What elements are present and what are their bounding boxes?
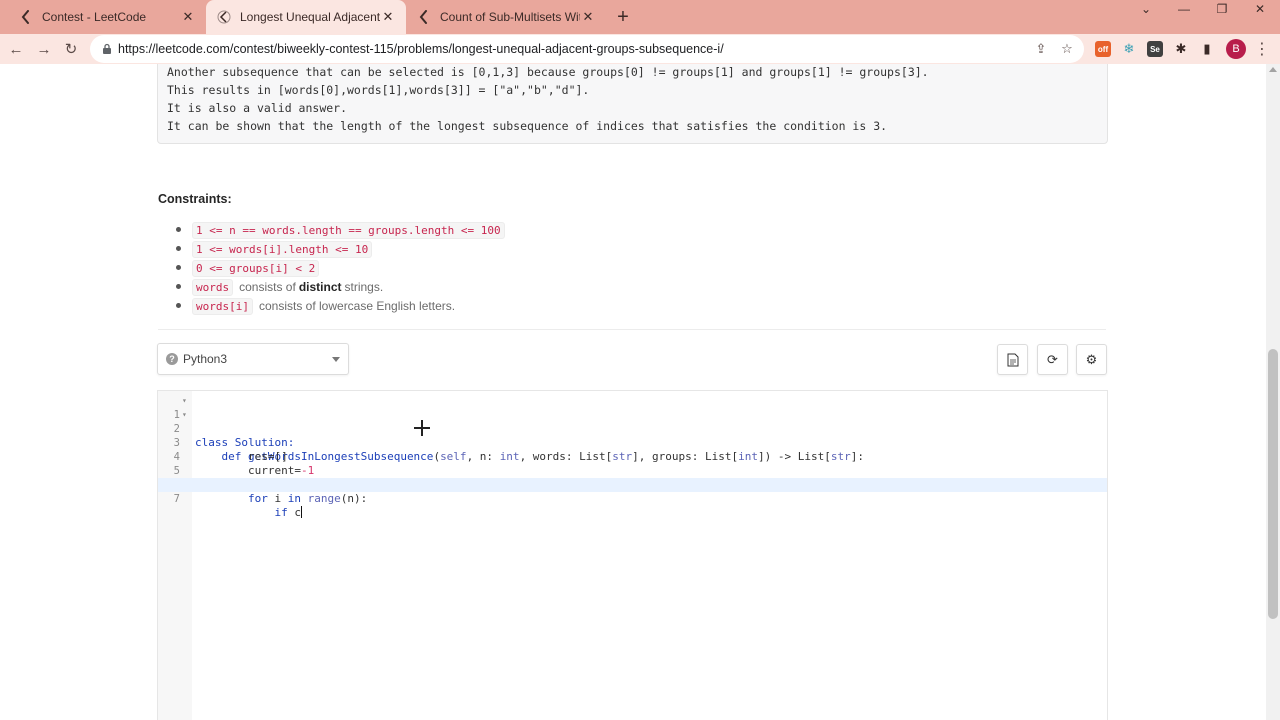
code-line[interactable]: 6 for i in range(n): <box>158 464 1107 505</box>
settings-button[interactable]: ⚙ <box>1076 344 1107 375</box>
leetcode-favicon-icon <box>216 9 232 25</box>
example-line: This results in [words[0],words[1],words… <box>167 83 590 97</box>
bullet <box>176 246 181 251</box>
url-text: https://leetcode.com/contest/biweekly-co… <box>118 42 724 56</box>
chevron-down-icon <box>332 357 340 362</box>
code-line[interactable]: 2 ▾ def getWordsInLongestSubsequence(sel… <box>158 408 1107 463</box>
star-icon[interactable]: ☆ <box>1058 40 1076 58</box>
restore-icon[interactable]: ❐ <box>1204 0 1240 18</box>
bullet <box>176 284 181 289</box>
extension-icon[interactable]: off <box>1095 41 1111 57</box>
forward-arrow-icon[interactable]: → <box>32 37 56 61</box>
code-line[interactable]: 1 ▾ class Solution: <box>158 394 1107 449</box>
close-icon[interactable]: ✕ <box>180 9 196 25</box>
code-line[interactable]: 5 <box>158 450 1107 477</box>
code-token: range <box>307 492 341 505</box>
fold-arrow-icon[interactable]: ▾ <box>182 408 187 422</box>
example-line: Another subsequence that can be selected… <box>167 65 929 79</box>
code-line[interactable]: 4 current=-1 <box>158 436 1107 477</box>
code-token: in <box>287 492 301 505</box>
constraint-code: 1 <= n == words.length == groups.length … <box>192 221 505 239</box>
problem-page: Another subsequence that can be selected… <box>0 64 1280 720</box>
code-line-active[interactable]: 7 if c <box>158 478 1107 519</box>
constraint-item: words consists of distinct strings. <box>176 278 384 296</box>
example-line: It can be shown that the length of the l… <box>167 119 888 133</box>
example-explanation: Another subsequence that can be selected… <box>157 64 1108 144</box>
minimize-icon[interactable]: — <box>1166 0 1202 18</box>
avatar[interactable]: B <box>1226 39 1246 59</box>
notes-icon <box>1007 353 1018 366</box>
lock-icon <box>100 42 114 56</box>
tab-count-sub-multisets[interactable]: Count of Sub-Multisets With Bo ✕ <box>406 0 606 34</box>
bullet <box>176 227 181 232</box>
tab-title: Contest - LeetCode <box>42 10 147 24</box>
extension-icon[interactable]: Se <box>1147 41 1163 57</box>
tab-title: Longest Unequal Adjacent Grou <box>240 10 380 24</box>
constraint-text: consists of <box>239 280 296 294</box>
extensions-icon[interactable]: ✱ <box>1173 41 1189 57</box>
constraint-code: words <box>192 278 234 296</box>
constraint-code: 0 <= groups[i] < 2 <box>192 259 320 277</box>
constraint-strong: distinct <box>298 280 342 294</box>
text-cursor <box>300 506 302 518</box>
chevron-down-icon[interactable]: ⌄ <box>1128 0 1164 18</box>
close-icon[interactable]: ✕ <box>380 9 396 25</box>
reset-icon: ⟳ <box>1047 351 1058 367</box>
constraint-code: 1 <= words[i].length <= 10 <box>192 240 373 258</box>
address-bar[interactable]: https://leetcode.com/contest/biweekly-co… <box>90 35 1084 63</box>
constraint-item: 0 <= groups[i] < 2 <box>176 259 320 277</box>
share-icon[interactable]: ⇪ <box>1032 40 1050 58</box>
language-value: Python3 <box>183 352 228 366</box>
tab-title: Count of Sub-Multisets With Bo <box>440 10 580 24</box>
leetcode-favicon-icon <box>416 9 432 25</box>
bullet <box>176 265 181 270</box>
code-token: (n): <box>340 492 368 505</box>
settings-icon: ⚙ <box>1085 351 1098 367</box>
window-close-icon[interactable]: ✕ <box>1242 0 1278 18</box>
constraint-item: words[i] consists of lowercase English l… <box>176 297 456 315</box>
reset-code-button[interactable]: ⟳ <box>1037 344 1068 375</box>
back-arrow-icon[interactable]: ← <box>4 37 28 61</box>
divider <box>158 329 1106 330</box>
language-select[interactable]: ? Python3 <box>157 343 349 375</box>
tab-contest-leetcode[interactable]: Contest - LeetCode ✕ <box>8 0 206 34</box>
example-line: It is also a valid answer. <box>167 101 348 115</box>
line-number: 7 <box>173 493 180 505</box>
browser-tab-bar: Contest - LeetCode ✕ Longest Unequal Adj… <box>0 0 1280 34</box>
constraint-item: 1 <= words[i].length <= 10 <box>176 240 373 258</box>
bullet <box>176 303 181 308</box>
fold-arrow-icon[interactable]: ▾ <box>182 394 187 408</box>
extension-icon[interactable]: ❄ <box>1121 41 1137 57</box>
notes-button[interactable] <box>997 344 1028 375</box>
help-icon[interactable]: ? <box>166 353 178 365</box>
crosshair-cursor-icon <box>414 420 430 436</box>
constraint-item: 1 <= n == words.length == groups.length … <box>176 221 505 239</box>
constraint-text: strings. <box>344 280 384 294</box>
page-scrollbar[interactable] <box>1266 64 1280 720</box>
constraint-code: words[i] <box>192 297 253 315</box>
more-menu-icon[interactable]: ⋮ <box>1254 39 1270 59</box>
constraint-text: consists of lowercase English letters. <box>258 299 456 313</box>
code-line[interactable]: 3 res=[] <box>158 422 1107 463</box>
constraints-heading: Constraints: <box>158 192 232 206</box>
close-icon[interactable]: ✕ <box>580 9 596 25</box>
tab-longest-unequal[interactable]: Longest Unequal Adjacent Grou ✕ <box>206 0 406 34</box>
code-token: c <box>287 506 301 519</box>
reload-icon[interactable]: ↻ <box>59 37 83 61</box>
browser-toolbar: ← → ↻ https://leetcode.com/contest/biwee… <box>0 34 1280 64</box>
sidebar-icon[interactable]: ▮ <box>1199 41 1215 57</box>
leetcode-favicon-icon <box>18 9 34 25</box>
scroll-up-arrow-icon[interactable] <box>1269 67 1277 72</box>
scrollbar-thumb[interactable] <box>1268 349 1278 619</box>
new-tab-button[interactable]: + <box>613 0 633 34</box>
code-token: i <box>267 492 288 505</box>
code-token: if <box>274 506 288 519</box>
code-token: for <box>247 492 268 505</box>
code-editor[interactable]: 1 ▾ class Solution: 2 ▾ def getWordsInLo… <box>157 390 1108 720</box>
